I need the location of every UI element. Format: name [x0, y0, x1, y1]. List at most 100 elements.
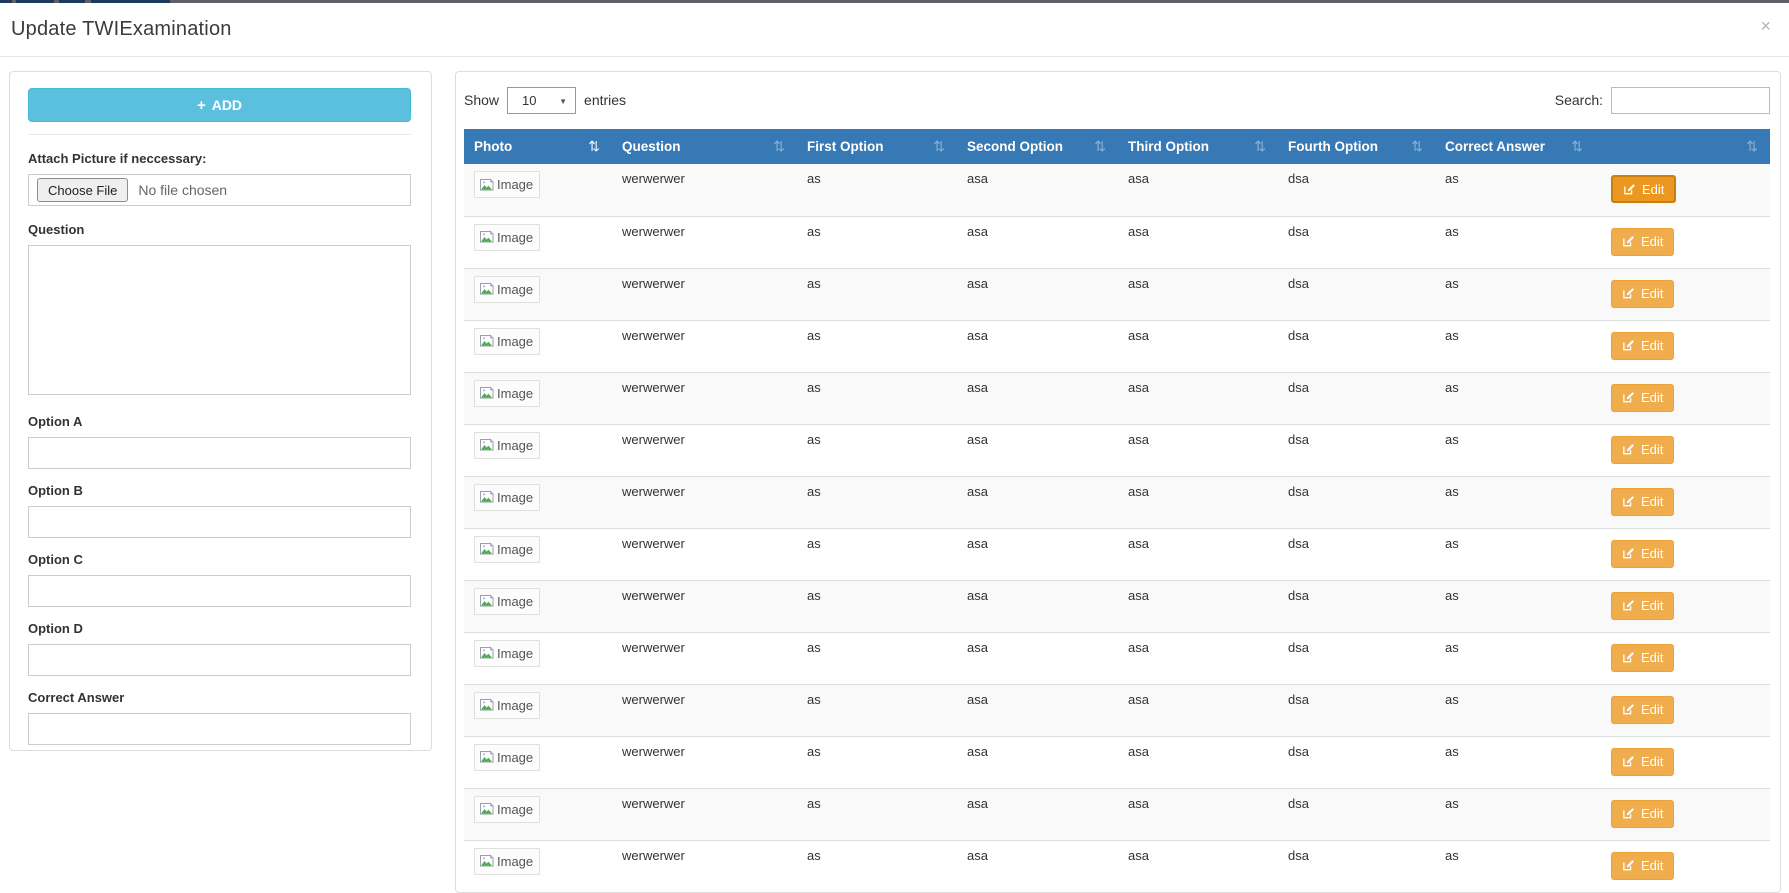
photo-cell: Image: [464, 476, 612, 529]
table-row: Image werwerwer as asa asa dsa as Edit: [464, 320, 1770, 373]
edit-button-label: Edit: [1641, 234, 1664, 249]
fourth-option-cell: dsa: [1278, 788, 1435, 841]
option-a-input[interactable]: [28, 437, 411, 469]
edit-icon: [1622, 391, 1635, 404]
attach-picture-label: Attach Picture if neccessary:: [28, 151, 207, 166]
close-icon[interactable]: ×: [1760, 17, 1771, 35]
edit-button[interactable]: Edit: [1611, 851, 1675, 880]
edit-button[interactable]: Edit: [1611, 435, 1675, 464]
second-option-cell: asa: [957, 164, 1118, 217]
correct-answer-cell: as: [1435, 372, 1595, 425]
edit-button[interactable]: Edit: [1611, 175, 1677, 203]
edit-button[interactable]: Edit: [1611, 279, 1675, 308]
column-header-correct-answer[interactable]: Correct Answer ⇅: [1435, 129, 1595, 164]
question-cell: werwerwer: [612, 580, 797, 633]
edit-button-label: Edit: [1641, 806, 1664, 821]
broken-image: Image: [474, 795, 541, 823]
option-d-label: Option D: [28, 621, 83, 636]
column-header-photo[interactable]: Photo ⇅: [464, 129, 612, 164]
show-label: Show: [464, 92, 500, 108]
edit-button[interactable]: Edit: [1611, 383, 1675, 412]
column-header-label: Correct Answer: [1445, 139, 1546, 154]
option-b-input[interactable]: [28, 506, 411, 538]
third-option-cell: asa: [1118, 320, 1278, 373]
correct-answer-label: Correct Answer: [28, 690, 125, 705]
correct-answer-cell: as: [1435, 580, 1595, 633]
table-row: Image werwerwer as asa asa dsa as Edit: [464, 632, 1770, 685]
column-header-fourth-option[interactable]: Fourth Option ⇅: [1278, 129, 1435, 164]
broken-image: Image: [474, 171, 541, 198]
edit-button-label: Edit: [1641, 754, 1664, 769]
sort-icon[interactable]: ⇅: [773, 138, 785, 155]
first-option-cell: as: [797, 372, 957, 425]
first-option-cell: as: [797, 632, 957, 685]
edit-icon: [1622, 807, 1635, 820]
broken-image-alt: Image: [497, 385, 534, 401]
sort-icon[interactable]: ⇅: [1411, 138, 1423, 155]
first-option-cell: as: [797, 736, 957, 789]
first-option-cell: as: [797, 684, 957, 737]
edit-button[interactable]: Edit: [1611, 799, 1675, 828]
column-header-actions[interactable]: ⇅: [1595, 129, 1770, 164]
sort-icon[interactable]: ⇅: [588, 138, 600, 155]
column-header-question[interactable]: Question ⇅: [612, 129, 797, 164]
edit-button[interactable]: Edit: [1611, 747, 1675, 776]
edit-button-label: Edit: [1641, 442, 1664, 457]
sort-icon[interactable]: ⇅: [1571, 138, 1583, 155]
edit-button[interactable]: Edit: [1611, 331, 1675, 360]
edit-button[interactable]: Edit: [1611, 695, 1675, 724]
broken-image-alt: Image: [497, 853, 534, 869]
option-d-input[interactable]: [28, 644, 411, 676]
option-c-input[interactable]: [28, 575, 411, 607]
second-option-cell: asa: [957, 736, 1118, 789]
table-row: Image werwerwer as asa asa dsa as Edit: [464, 372, 1770, 425]
correct-answer-cell: as: [1435, 736, 1595, 789]
edit-icon: [1622, 235, 1635, 248]
edit-button[interactable]: Edit: [1611, 591, 1675, 620]
column-header-second-option[interactable]: Second Option ⇅: [957, 129, 1118, 164]
column-header-label: Question: [622, 139, 681, 154]
sort-icon[interactable]: ⇅: [1746, 138, 1758, 155]
table-row: Image werwerwer as asa asa dsa as Edit: [464, 476, 1770, 529]
second-option-cell: asa: [957, 632, 1118, 685]
third-option-cell: asa: [1118, 528, 1278, 581]
edit-button-label: Edit: [1641, 546, 1664, 561]
second-option-cell: asa: [957, 424, 1118, 477]
column-header-label: Fourth Option: [1288, 139, 1378, 154]
question-cell: werwerwer: [612, 788, 797, 841]
correct-answer-cell: as: [1435, 840, 1595, 892]
actions-cell: Edit: [1595, 424, 1770, 477]
modal-header: Update TWIExamination ×: [0, 3, 1789, 56]
option-b-label: Option B: [28, 483, 83, 498]
question-cell: werwerwer: [612, 528, 797, 581]
question-textarea[interactable]: [28, 245, 411, 395]
edit-button[interactable]: Edit: [1611, 539, 1675, 568]
page-length-select[interactable]: 10 ▼: [507, 86, 577, 114]
edit-button[interactable]: Edit: [1611, 487, 1675, 516]
add-button[interactable]: + ADD: [28, 88, 411, 122]
edit-button[interactable]: Edit: [1611, 227, 1675, 256]
sort-icon[interactable]: ⇅: [1254, 138, 1266, 155]
sort-icon[interactable]: ⇅: [1094, 138, 1106, 155]
edit-icon: [1622, 443, 1635, 456]
edit-icon: [1622, 703, 1635, 716]
sort-icon[interactable]: ⇅: [933, 138, 945, 155]
second-option-cell: asa: [957, 476, 1118, 529]
first-option-cell: as: [797, 424, 957, 477]
column-header-third-option[interactable]: Third Option ⇅: [1118, 129, 1278, 164]
broken-image-alt: Image: [497, 593, 534, 609]
edit-icon: [1622, 859, 1635, 872]
photo-cell: Image: [464, 216, 612, 269]
search-input[interactable]: [1611, 86, 1770, 114]
correct-answer-input[interactable]: [28, 713, 411, 745]
photo-cell: Image: [464, 632, 612, 685]
choose-file-button[interactable]: Choose File: [37, 178, 129, 202]
third-option-cell: asa: [1118, 788, 1278, 841]
first-option-cell: as: [797, 216, 957, 269]
first-option-cell: as: [797, 268, 957, 321]
second-option-cell: asa: [957, 372, 1118, 425]
file-input[interactable]: Choose File No file chosen: [28, 174, 411, 206]
edit-button[interactable]: Edit: [1611, 643, 1675, 672]
column-header-first-option[interactable]: First Option ⇅: [797, 129, 957, 164]
broken-image: Image: [474, 587, 541, 615]
